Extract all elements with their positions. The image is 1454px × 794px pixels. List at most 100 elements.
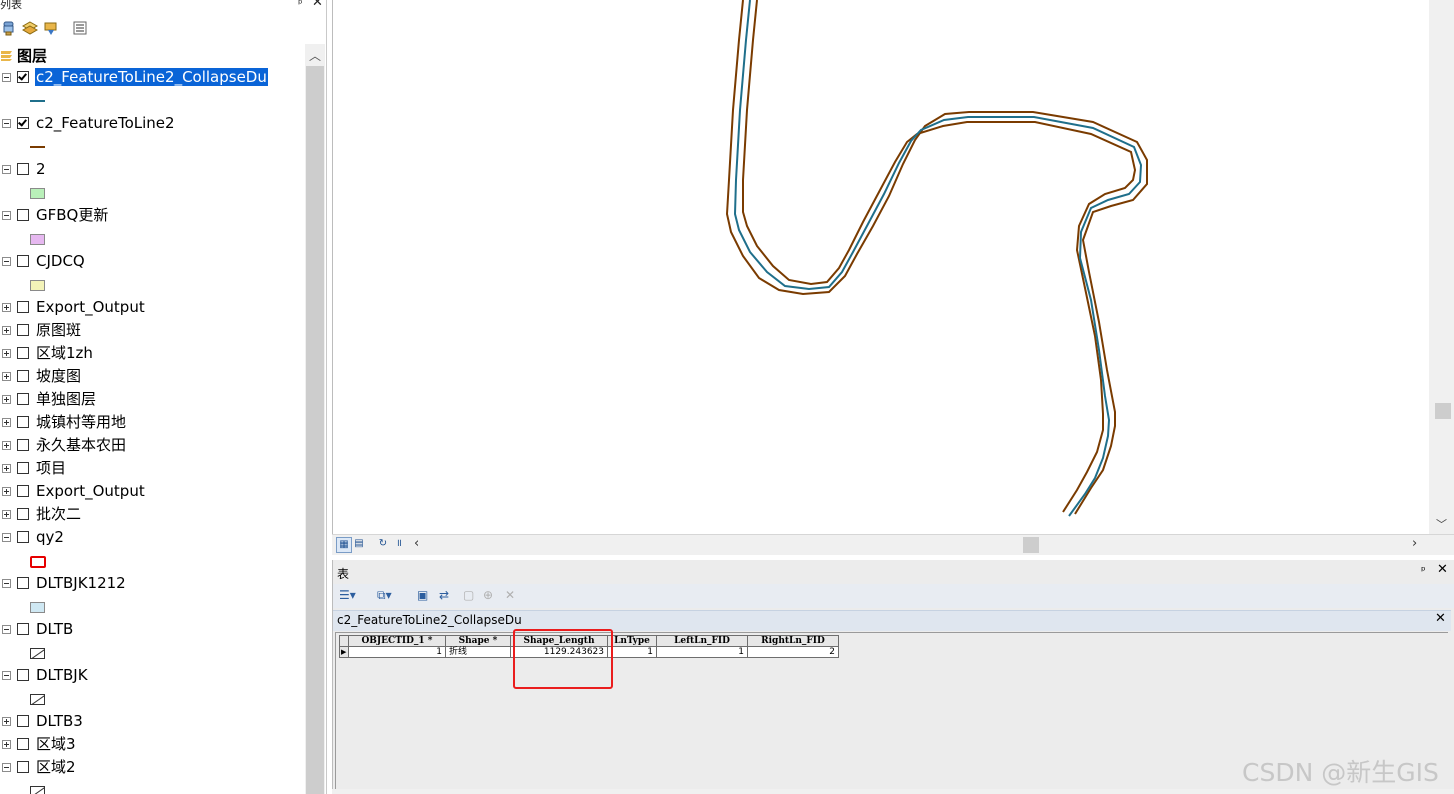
layer-row[interactable]: qy2 bbox=[0, 527, 305, 549]
collapse-icon[interactable] bbox=[2, 119, 11, 128]
layer-visibility-checkbox[interactable] bbox=[17, 462, 29, 474]
column-header[interactable]: LeftLn_FID bbox=[656, 635, 748, 647]
collapse-icon[interactable] bbox=[2, 165, 11, 174]
collapse-icon[interactable] bbox=[2, 257, 11, 266]
layer-label[interactable]: DLTB bbox=[36, 620, 73, 638]
scroll-down-icon[interactable]: ﹀ bbox=[1436, 516, 1447, 532]
expand-icon[interactable] bbox=[2, 510, 11, 519]
layer-label[interactable]: 区域1zh bbox=[36, 344, 93, 362]
layer-row[interactable]: c2_FeatureToLine2 bbox=[0, 113, 305, 135]
layer-visibility-checkbox[interactable] bbox=[17, 485, 29, 497]
expand-icon[interactable] bbox=[2, 326, 11, 335]
layer-label[interactable]: qy2 bbox=[36, 528, 64, 546]
layer-label[interactable]: 城镇村等用地 bbox=[36, 413, 126, 431]
layer-label[interactable]: 项目 bbox=[36, 459, 66, 477]
list-by-visibility-icon[interactable] bbox=[42, 19, 60, 37]
table-cell[interactable]: 折线 bbox=[445, 646, 511, 658]
layer-symbol-swatch[interactable] bbox=[30, 786, 45, 794]
layer-row[interactable]: 区域3 bbox=[0, 734, 305, 756]
layer-row[interactable]: DLTB bbox=[0, 619, 305, 641]
pause-drawing-icon[interactable]: ॥ bbox=[392, 537, 406, 551]
expand-icon[interactable] bbox=[2, 395, 11, 404]
expand-icon[interactable] bbox=[2, 441, 11, 450]
layer-label[interactable]: 永久基本农田 bbox=[36, 436, 126, 454]
layer-visibility-checkbox[interactable] bbox=[17, 301, 29, 313]
layer-visibility-checkbox[interactable] bbox=[17, 370, 29, 382]
list-by-drawing-order-icon[interactable] bbox=[0, 19, 18, 37]
expand-icon[interactable] bbox=[2, 418, 11, 427]
layer-row[interactable]: Export_Output bbox=[0, 297, 305, 319]
layer-label[interactable]: DLTB3 bbox=[36, 712, 83, 730]
layer-row[interactable]: 单独图层 bbox=[0, 389, 305, 411]
expand-icon[interactable] bbox=[2, 303, 11, 312]
zoom-to-selected-icon[interactable]: ⊕ bbox=[483, 588, 493, 604]
layer-label[interactable]: CJDCQ bbox=[36, 252, 85, 270]
related-tables-icon[interactable]: ⧉▾ bbox=[377, 588, 392, 604]
layer-label[interactable]: c2_FeatureToLine2 bbox=[36, 114, 175, 132]
column-header[interactable]: RightLn_FID bbox=[747, 635, 839, 647]
map-canvas[interactable] bbox=[333, 0, 1429, 534]
table-tab-name[interactable]: c2_FeatureToLine2_CollapseDu bbox=[337, 613, 522, 627]
layer-visibility-checkbox[interactable] bbox=[17, 531, 29, 543]
layer-label[interactable]: Export_Output bbox=[36, 298, 145, 316]
table-cell[interactable]: 1 bbox=[607, 646, 657, 658]
layer-visibility-checkbox[interactable] bbox=[17, 117, 29, 129]
scroll-right-icon[interactable]: › bbox=[1412, 536, 1417, 551]
clear-selection-icon[interactable]: ▢ bbox=[463, 588, 474, 604]
layer-symbol-swatch[interactable] bbox=[30, 556, 46, 568]
layer-row[interactable]: CJDCQ bbox=[0, 251, 305, 273]
layer-symbol-swatch[interactable] bbox=[30, 280, 45, 291]
scroll-up-icon[interactable]: ︿ bbox=[309, 47, 321, 64]
data-view-icon[interactable]: ▦ bbox=[336, 537, 352, 553]
collapse-icon[interactable] bbox=[2, 211, 11, 220]
layer-row[interactable]: DLTBJK1212 bbox=[0, 573, 305, 595]
layer-row[interactable]: 永久基本农田 bbox=[0, 435, 305, 457]
table-options-icon[interactable]: ☰▾ bbox=[339, 588, 356, 604]
layer-label[interactable]: DLTBJK bbox=[36, 666, 88, 684]
collapse-icon[interactable] bbox=[2, 73, 11, 82]
layer-row[interactable]: 区域1zh bbox=[0, 343, 305, 365]
expand-icon[interactable] bbox=[2, 717, 11, 726]
layer-label[interactable]: 批次二 bbox=[36, 505, 81, 523]
layer-label[interactable]: 坡度图 bbox=[36, 367, 81, 385]
expand-icon[interactable] bbox=[2, 349, 11, 358]
map-vscroll-thumb[interactable] bbox=[1435, 403, 1451, 419]
layer-row[interactable]: 城镇村等用地 bbox=[0, 412, 305, 434]
expand-icon[interactable] bbox=[2, 740, 11, 749]
collapse-icon[interactable] bbox=[2, 625, 11, 634]
row-selector[interactable]: ▶ bbox=[339, 646, 349, 658]
layer-row[interactable]: 原图斑 bbox=[0, 320, 305, 342]
expand-icon[interactable] bbox=[2, 464, 11, 473]
list-by-source-icon[interactable] bbox=[21, 19, 39, 37]
options-icon[interactable] bbox=[71, 19, 89, 37]
layer-label[interactable]: 2 bbox=[36, 160, 46, 178]
layer-row[interactable]: 区域2 bbox=[0, 757, 305, 779]
layer-visibility-checkbox[interactable] bbox=[17, 209, 29, 221]
collapse-icon[interactable] bbox=[2, 671, 11, 680]
switch-selection-icon[interactable]: ⇄ bbox=[439, 588, 449, 604]
scroll-left-icon[interactable]: ‹ bbox=[414, 536, 419, 551]
toc-scrollbar[interactable]: ︿ bbox=[305, 44, 325, 794]
layer-label[interactable]: 区域2 bbox=[36, 758, 76, 776]
column-header[interactable]: LnType bbox=[607, 635, 657, 647]
layer-symbol-swatch[interactable] bbox=[30, 602, 45, 613]
layer-row[interactable]: GFBQ更新 bbox=[0, 205, 305, 227]
close-table-icon[interactable]: ✕ bbox=[1435, 611, 1446, 626]
refresh-icon[interactable]: ↻ bbox=[376, 537, 390, 551]
pin-icon[interactable]: ᵖ bbox=[298, 0, 303, 9]
layer-visibility-checkbox[interactable] bbox=[17, 738, 29, 750]
layer-visibility-checkbox[interactable] bbox=[17, 71, 29, 83]
layer-visibility-checkbox[interactable] bbox=[17, 508, 29, 520]
layer-symbol-swatch[interactable] bbox=[30, 234, 45, 245]
collapse-icon[interactable] bbox=[2, 763, 11, 772]
table-cell[interactable]: 1 bbox=[348, 646, 446, 658]
layer-visibility-checkbox[interactable] bbox=[17, 715, 29, 727]
column-header[interactable]: OBJECTID_1 * bbox=[348, 635, 446, 647]
layer-symbol-swatch[interactable] bbox=[30, 100, 45, 102]
layer-visibility-checkbox[interactable] bbox=[17, 163, 29, 175]
expand-icon[interactable] bbox=[2, 487, 11, 496]
layer-visibility-checkbox[interactable] bbox=[17, 439, 29, 451]
select-by-attributes-icon[interactable]: ▣ bbox=[417, 588, 428, 604]
layer-row[interactable]: DLTBJK bbox=[0, 665, 305, 687]
delete-selected-icon[interactable]: ✕ bbox=[505, 588, 515, 604]
